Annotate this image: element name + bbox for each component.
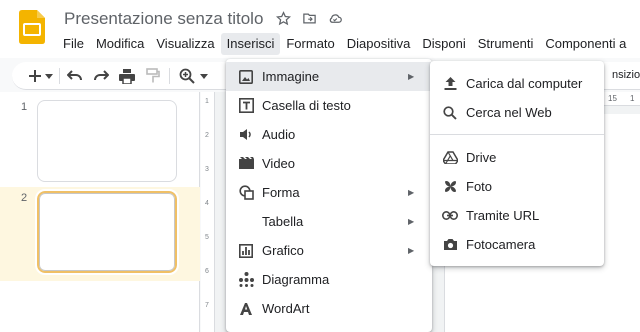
ruler-mark: 1 [205, 98, 209, 105]
chart-icon [237, 242, 255, 260]
search-icon [441, 104, 459, 122]
ruler-mark: 1 [630, 94, 635, 103]
submenu-item-tramite-url[interactable]: Tramite URL [430, 201, 604, 230]
submenu-item-label: Cerca nel Web [466, 105, 552, 120]
menu-item-label: Video [262, 156, 296, 171]
submenu-item-label: Drive [466, 150, 497, 165]
menu-item-grafico[interactable]: Grafico ▶ [226, 236, 432, 265]
upload-icon [441, 75, 459, 93]
ruler-mark: 7 [205, 302, 209, 309]
submenu-item-fotocamera[interactable]: Fotocamera [430, 230, 604, 259]
menu-item-wordart[interactable]: WordArt [226, 294, 432, 323]
new-slide-dropdown-icon[interactable] [44, 67, 54, 85]
submenu-item-label: Tramite URL [466, 208, 540, 223]
submenu-arrow-icon: ▶ [408, 217, 415, 226]
menu-strumenti[interactable]: Strumenti [472, 33, 540, 55]
submenu-item-foto[interactable]: Foto [430, 172, 604, 201]
menu-item-video[interactable]: Video [226, 149, 432, 178]
menu-componenti[interactable]: Componenti a [539, 33, 632, 55]
text-box-icon [237, 97, 255, 115]
zoom-dropdown-icon[interactable] [199, 67, 209, 85]
menu-file[interactable]: File [57, 33, 90, 55]
submenu-arrow-icon: ▶ [408, 188, 415, 197]
audio-icon [237, 126, 255, 144]
menu-item-diagramma[interactable]: Diagramma [226, 265, 432, 294]
redo-icon[interactable] [92, 67, 110, 85]
zoom-icon[interactable] [178, 67, 196, 85]
submenu-arrow-icon: ▶ [408, 72, 415, 81]
submenu-item-label: Fotocamera [466, 237, 536, 252]
insert-menu: Immagine ▶ Casella di testo Audio Video … [226, 59, 432, 332]
slide-number: 2 [21, 192, 28, 204]
slide-thumbnail-2[interactable] [35, 189, 179, 275]
print-icon[interactable] [118, 67, 136, 85]
menu-item-immagine[interactable]: Immagine ▶ [226, 62, 432, 91]
menu-item-label: Immagine [262, 69, 320, 84]
menu-item-audio[interactable]: Audio [226, 120, 432, 149]
menu-visualizza[interactable]: Visualizza [150, 33, 220, 55]
toolbar-divider [169, 68, 170, 84]
new-slide-plus-icon[interactable] [26, 67, 44, 85]
submenu-divider [430, 134, 604, 135]
menu-bar: File Modifica Visualizza Inserisci Forma… [57, 33, 632, 55]
filmstrip: 1 2 [0, 92, 200, 332]
video-icon [237, 155, 255, 173]
slide-thumbnail-1[interactable] [37, 100, 177, 182]
star-icon[interactable] [274, 9, 292, 27]
submenu-item-label: Carica dal computer [466, 76, 583, 91]
drive-icon [441, 149, 459, 167]
menu-item-label: Audio [262, 127, 296, 142]
image-icon [237, 68, 255, 86]
submenu-item-cerca-nel-web[interactable]: Cerca nel Web [430, 98, 604, 127]
ruler-mark: 6 [205, 268, 209, 275]
menu-item-label: WordArt [262, 301, 310, 316]
document-title[interactable]: Presentazione senza titolo [64, 9, 263, 29]
slide-number: 1 [21, 101, 28, 113]
ruler-mark: 3 [205, 166, 209, 173]
transition-button-clipped[interactable]: nsizione [612, 69, 640, 81]
submenu-arrow-icon: ▶ [408, 246, 415, 255]
menu-item-label: Casella di testo [262, 98, 351, 113]
menu-item-tabella[interactable]: Tabella ▶ [226, 207, 432, 236]
menu-item-label: Tabella [262, 214, 304, 229]
menu-modifica[interactable]: Modifica [90, 33, 150, 55]
menu-item-casella-di-testo[interactable]: Casella di testo [226, 91, 432, 120]
camera-icon [441, 236, 459, 254]
slides-logo-icon[interactable] [19, 10, 45, 44]
submenu-item-label: Foto [466, 179, 493, 194]
menu-inserisci[interactable]: Inserisci [220, 33, 281, 55]
submenu-item-drive[interactable]: Drive [430, 143, 604, 172]
submenu-item-carica-dal-computer[interactable]: Carica dal computer [430, 69, 604, 98]
menu-item-label: Diagramma [262, 272, 330, 287]
vertical-ruler: 1 2 3 4 5 6 7 [201, 92, 215, 332]
menu-item-label: Grafico [262, 243, 304, 258]
ruler-mark: 5 [205, 234, 209, 241]
menu-item-forma[interactable]: Forma ▶ [226, 178, 432, 207]
move-folder-icon[interactable] [300, 9, 318, 27]
menu-diapositiva[interactable]: Diapositiva [341, 33, 417, 55]
photos-icon [441, 178, 459, 196]
ruler-mark: 4 [205, 200, 209, 207]
link-icon [441, 207, 459, 225]
image-submenu: Carica dal computer Cerca nel Web Drive … [430, 61, 604, 266]
menu-item-label: Forma [262, 185, 300, 200]
toolbar-divider [59, 68, 60, 84]
shape-icon [237, 184, 255, 202]
ruler-mark: 2 [205, 132, 209, 139]
menu-disponi[interactable]: Disponi [416, 33, 471, 55]
wordart-icon [237, 300, 255, 318]
paint-format-icon[interactable] [144, 67, 162, 85]
cloud-status-icon[interactable] [326, 9, 344, 27]
title-icons [274, 9, 344, 27]
diagram-icon [237, 271, 255, 289]
menu-formato[interactable]: Formato [280, 33, 340, 55]
ruler-mark: 15 [608, 94, 617, 103]
header: Presentazione senza titolo File Modifica… [0, 0, 640, 58]
undo-icon[interactable] [66, 67, 84, 85]
